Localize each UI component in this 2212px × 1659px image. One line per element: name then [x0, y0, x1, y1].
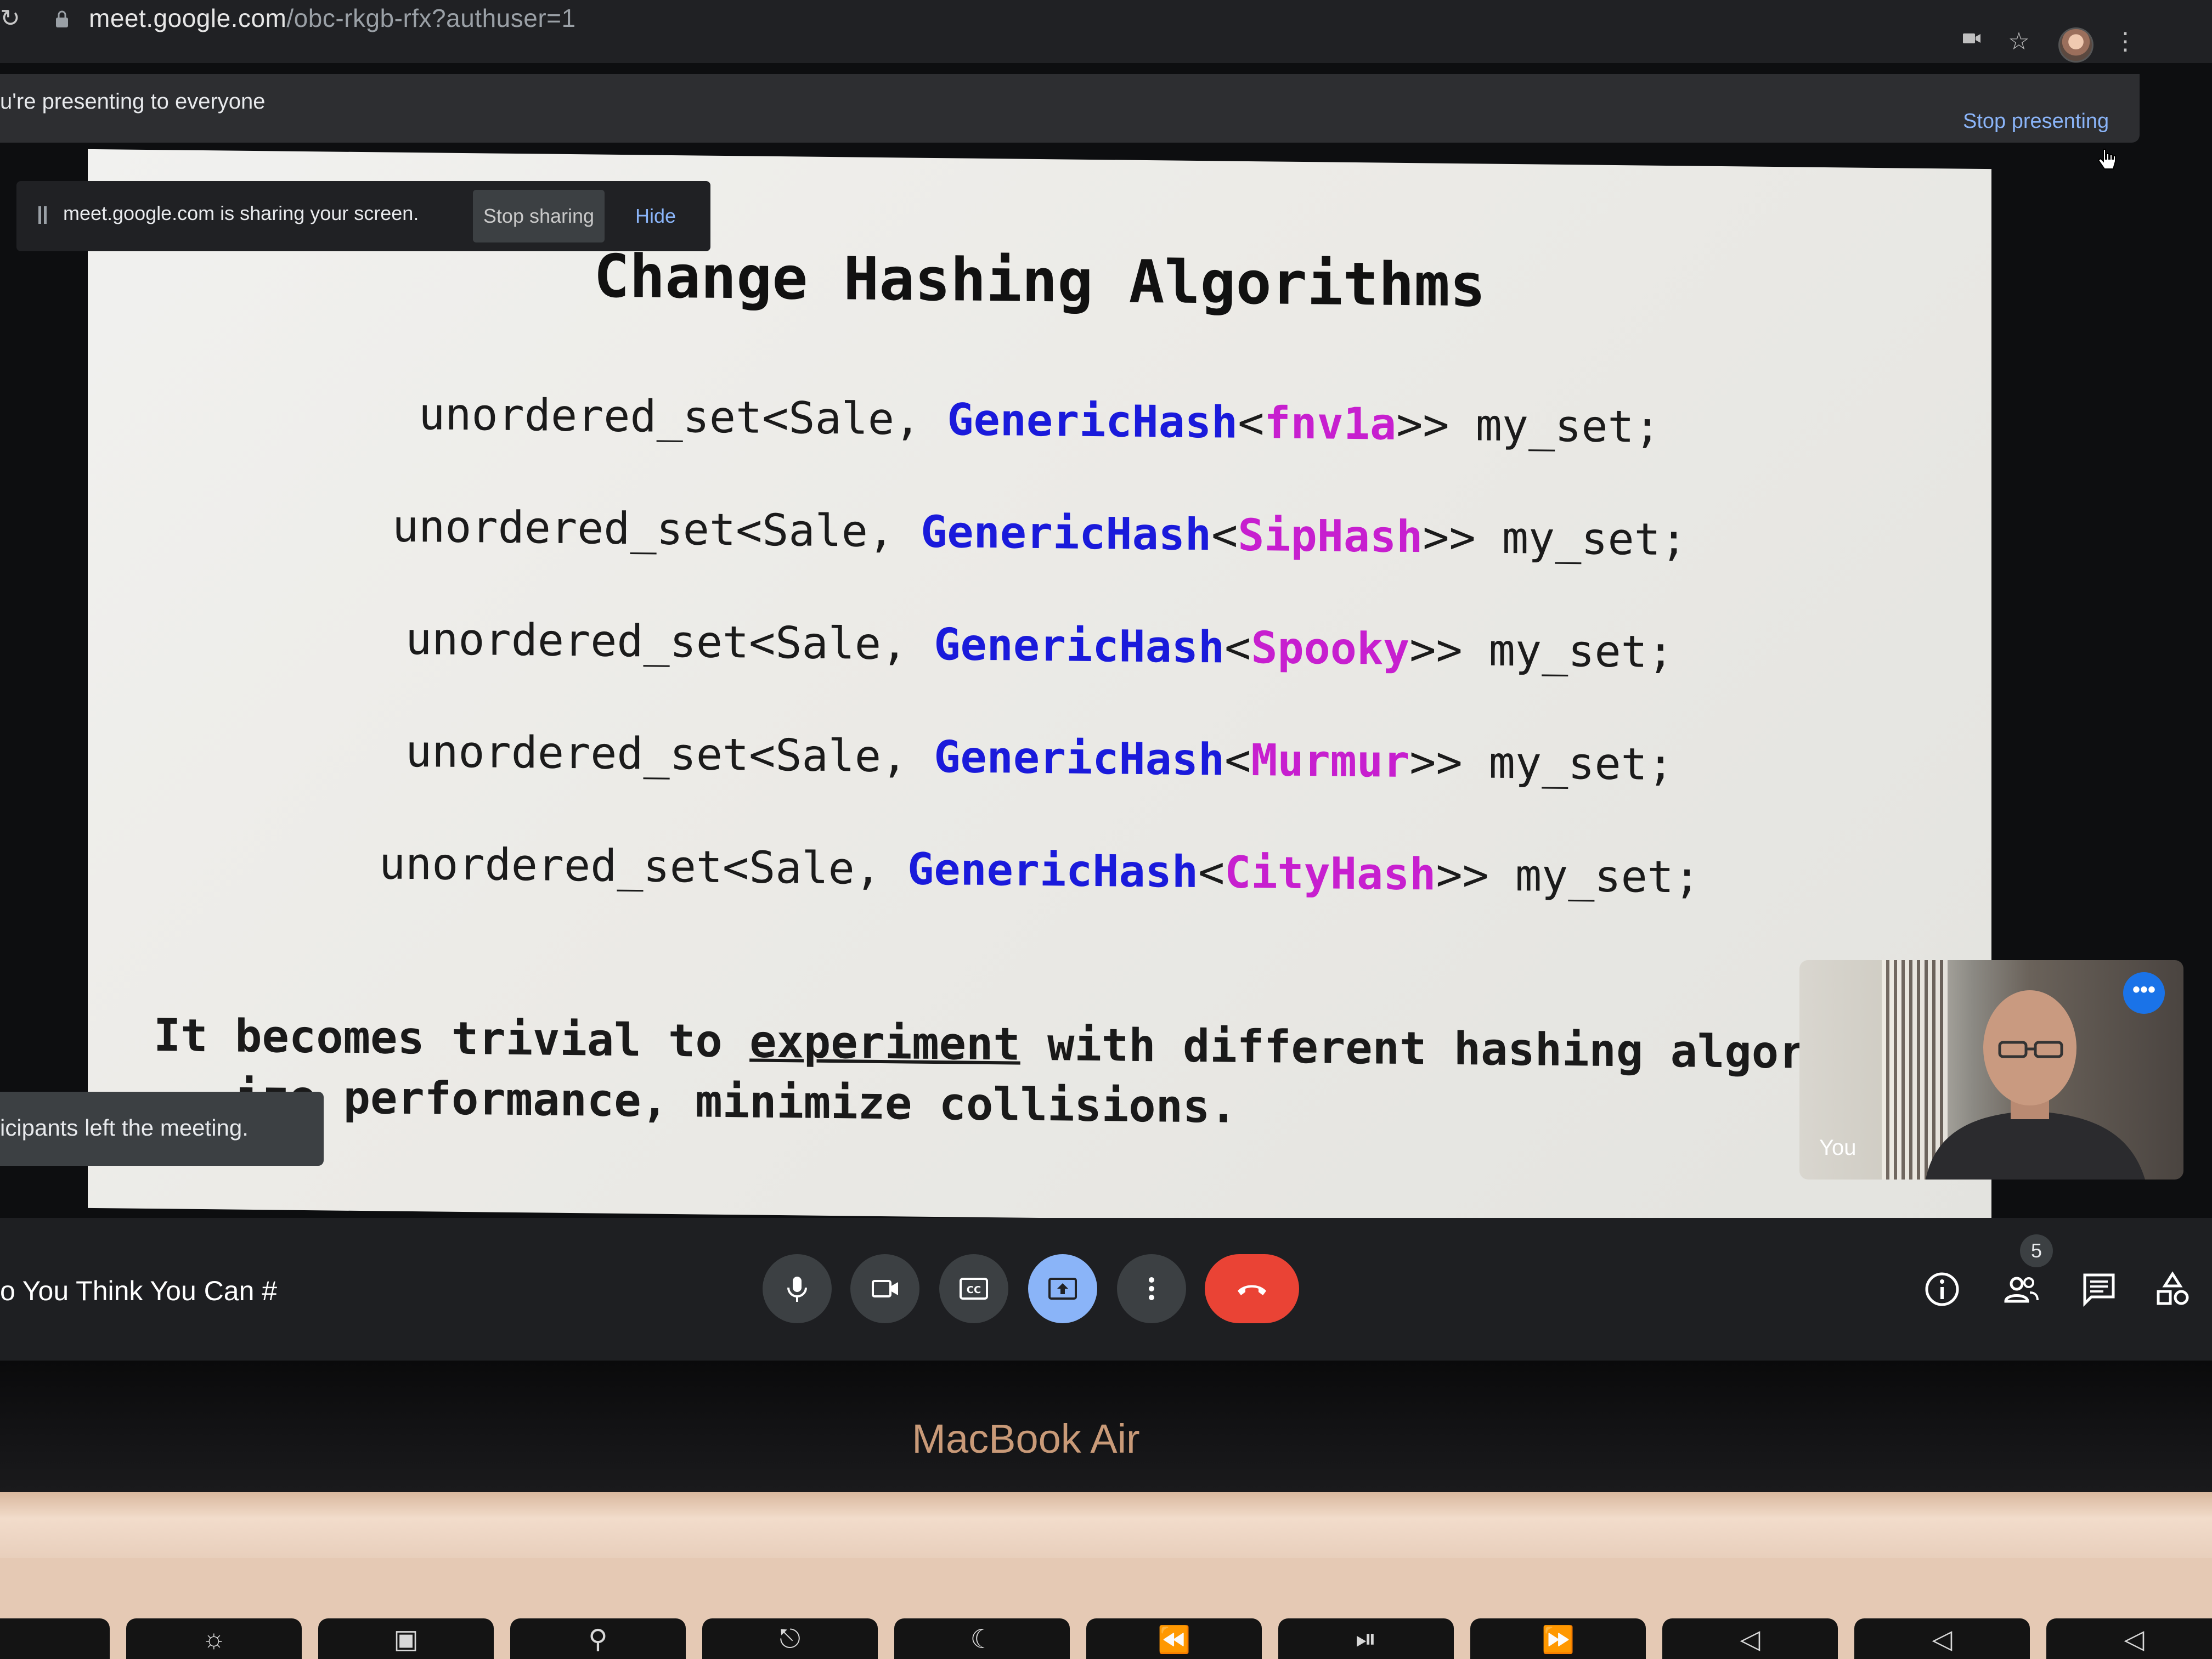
meeting-details-button[interactable]	[1920, 1267, 1964, 1311]
code-suffix: >> my_set;	[1396, 398, 1661, 453]
present-icon	[1048, 1278, 1077, 1300]
self-video-tile[interactable]: You •••	[1799, 960, 2183, 1180]
play-pause-key-icon: ⏯	[1278, 1618, 1454, 1659]
code-suffix: >> my_set;	[1409, 736, 1674, 791]
code-open: <	[1238, 397, 1265, 449]
code-type: GenericHash	[907, 843, 1198, 898]
lock-icon	[56, 10, 68, 27]
present-button[interactable]	[1028, 1254, 1097, 1323]
captions-button[interactable]: CC	[939, 1254, 1008, 1323]
meeting-name: o You Think You Can #	[0, 1276, 278, 1306]
code-type: GenericHash	[934, 731, 1225, 786]
mute-key-icon: ◁	[1662, 1618, 1838, 1659]
code-type: GenericHash	[934, 618, 1225, 673]
activities-icon	[2157, 1271, 2189, 1305]
code-line: unordered_set<Sale, GenericHash<SipHash>…	[88, 498, 1991, 568]
hand-cursor-icon	[2097, 149, 2116, 170]
more-vert-icon	[1149, 1277, 1154, 1300]
code-open: <	[1224, 622, 1251, 674]
people-button[interactable]	[1999, 1267, 2043, 1311]
browser-menu-icon[interactable]: ⋮	[2110, 26, 2141, 57]
bookmark-star-icon[interactable]: ☆	[2004, 26, 2034, 57]
code-line: unordered_set<Sale, GenericHash<fnv1a>> …	[88, 385, 1991, 456]
call-controls-bar: o You Think You Can # CC 5	[0, 1218, 2212, 1361]
code-prefix: unordered_set<Sale,	[392, 500, 921, 557]
profile-avatar[interactable]	[2058, 27, 2094, 63]
keyboard-key	[0, 1618, 110, 1659]
browser-address-bar: ↻ meet.google.com/obc-rkgb-rfx?authuser=…	[0, 0, 2212, 63]
code-type: GenericHash	[921, 506, 1212, 561]
brightness-key-icon: ☼	[126, 1618, 302, 1659]
mission-control-key-icon: ▣	[318, 1618, 494, 1659]
mic-button[interactable]	[763, 1254, 832, 1323]
code-open: <	[1224, 734, 1251, 786]
stop-sharing-button[interactable]: Stop sharing	[473, 190, 605, 242]
presentation-slide: Change Hashing Algorithms unordered_set<…	[88, 149, 1991, 1228]
activities-button[interactable]	[2151, 1267, 2194, 1311]
more-options-button[interactable]	[1117, 1254, 1186, 1323]
code-suffix: >> my_set;	[1436, 849, 1701, 903]
people-icon	[2004, 1277, 2039, 1303]
code-type: GenericHash	[947, 394, 1238, 448]
hide-button[interactable]: Hide	[614, 190, 697, 242]
drag-handle-icon[interactable]	[37, 205, 48, 225]
self-view-label: You	[1819, 1136, 1857, 1160]
presenting-status-text: u're presenting to everyone	[0, 89, 266, 114]
screen: ↻ meet.google.com/obc-rkgb-rfx?authuser=…	[0, 0, 2212, 1659]
code-prefix: unordered_set<Sale,	[419, 388, 947, 445]
spotlight-key-icon: ⚲	[510, 1618, 686, 1659]
reload-icon[interactable]: ↻	[0, 7, 22, 31]
slide-body-text: It becomes trivial to experiment with di…	[154, 1006, 1964, 1146]
code-line: unordered_set<Sale, GenericHash<Spooky>>…	[88, 610, 1991, 681]
dictation-key-icon: ⎋	[702, 1618, 878, 1659]
code-algo: fnv1a	[1264, 397, 1397, 450]
volume-up-key-icon: ◁	[2046, 1618, 2212, 1659]
svg-text:CC: CC	[967, 1284, 981, 1296]
code-algo: CityHash	[1224, 847, 1436, 900]
url-path: /obc-rkgb-rfx?authuser=1	[286, 4, 576, 32]
code-prefix: unordered_set<Sale,	[405, 613, 934, 670]
camera-in-use-icon[interactable]	[1956, 26, 1987, 57]
code-open: <	[1198, 847, 1225, 898]
info-icon	[1925, 1272, 1959, 1306]
toast-text: icipants left the meeting.	[0, 1115, 249, 1141]
rewind-key-icon: ⏪	[1086, 1618, 1262, 1659]
volume-down-key-icon: ◁	[1854, 1618, 2030, 1659]
code-algo: SipHash	[1238, 509, 1423, 563]
code-algo: Murmur	[1251, 735, 1410, 788]
url-bar[interactable]: meet.google.com/obc-rkgb-rfx?authuser=1	[89, 3, 576, 33]
slide-body-fragment: It becomes trivial to	[154, 1009, 750, 1068]
mic-icon	[787, 1277, 807, 1302]
code-line: unordered_set<Sale, GenericHash<CityHash…	[88, 835, 1991, 906]
camera-button[interactable]	[850, 1254, 919, 1323]
code-algo: Spooky	[1251, 622, 1410, 675]
code-prefix: unordered_set<Sale,	[379, 838, 908, 895]
url-host: meet.google.com	[89, 4, 287, 32]
presenting-banner: u're presenting to everyone	[0, 74, 2140, 143]
self-video-person	[1926, 990, 2145, 1180]
code-prefix: unordered_set<Sale,	[405, 725, 934, 782]
chat-icon	[2083, 1273, 2115, 1307]
end-call-icon	[1238, 1285, 1266, 1295]
chat-button[interactable]	[2077, 1267, 2121, 1311]
device-label: MacBook Air	[912, 1416, 1140, 1462]
code-suffix: >> my_set;	[1423, 511, 1688, 566]
slide-body-fragment: with different hashing algori	[1020, 1018, 1833, 1080]
fast-forward-key-icon: ⏩	[1470, 1618, 1646, 1659]
do-not-disturb-key-icon: ☾	[894, 1618, 1070, 1659]
camera-icon	[872, 1280, 898, 1297]
end-call-button[interactable]	[1205, 1254, 1299, 1323]
code-line: unordered_set<Sale, GenericHash<Murmur>>…	[88, 723, 1991, 793]
screen-share-bar: meet.google.com is sharing your screen. …	[16, 181, 710, 251]
code-open: <	[1211, 509, 1238, 561]
share-message: meet.google.com is sharing your screen.	[63, 202, 419, 224]
participants-left-toast: icipants left the meeting.	[0, 1092, 324, 1166]
participant-count-badge: 5	[2020, 1234, 2053, 1267]
slide-body-underlined: experiment	[749, 1015, 1020, 1071]
laptop-hinge	[0, 1492, 2212, 1558]
code-suffix: >> my_set;	[1409, 624, 1674, 678]
captions-icon: CC	[960, 1278, 988, 1300]
stop-presenting-button[interactable]: Stop presenting	[1963, 110, 2109, 133]
more-horiz-icon[interactable]: •••	[2123, 972, 2165, 1014]
